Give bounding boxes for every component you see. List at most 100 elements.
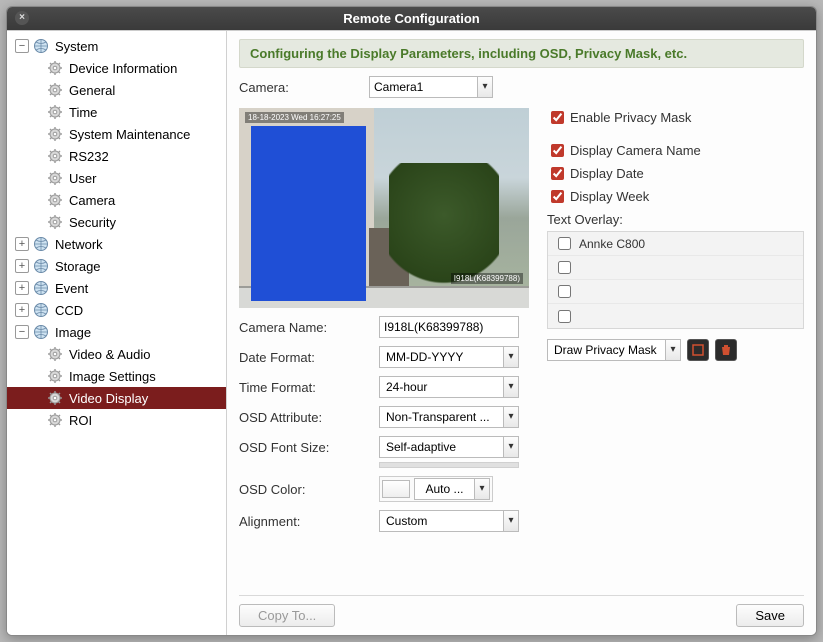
time-format-select[interactable]: ▾ [379, 376, 519, 398]
sidebar-item-event[interactable]: +Event [7, 277, 226, 299]
display-date-check[interactable]: Display Date [547, 164, 804, 183]
gear-icon [47, 104, 63, 120]
osd-color-select[interactable]: ▾ [414, 478, 490, 500]
sidebar-item-roi[interactable]: ROI [7, 409, 226, 431]
text-overlay-checkbox[interactable] [558, 237, 571, 250]
camera-name-label: Camera Name: [239, 320, 379, 335]
chevron-down-icon[interactable]: ▾ [477, 76, 493, 98]
text-overlay-text: Annke C800 [579, 237, 645, 251]
chevron-down-icon[interactable]: ▾ [503, 406, 519, 428]
display-date-label: Display Date [570, 166, 644, 181]
trash-icon [719, 343, 733, 357]
display-date-checkbox[interactable] [551, 167, 564, 180]
collapse-icon[interactable]: − [15, 325, 29, 339]
text-overlay-row[interactable] [548, 304, 803, 328]
display-camera-name-label: Display Camera Name [570, 143, 701, 158]
time-format-label: Time Format: [239, 380, 379, 395]
text-overlay-row[interactable]: Annke C800 [548, 232, 803, 256]
chevron-down-icon[interactable]: ▾ [665, 339, 681, 361]
time-format-value[interactable] [379, 376, 503, 398]
enable-privacy-mask-checkbox[interactable] [551, 111, 564, 124]
expand-icon[interactable]: + [15, 259, 29, 273]
camera-select[interactable]: ▾ [369, 76, 493, 98]
osd-font-size-select[interactable]: ▾ [379, 436, 519, 458]
sidebar-item-image-settings[interactable]: Image Settings [7, 365, 226, 387]
hint-bar: Configuring the Display Parameters, incl… [239, 39, 804, 68]
gear-icon [47, 346, 63, 362]
text-overlay-checkbox[interactable] [558, 310, 571, 323]
text-overlay-checkbox[interactable] [558, 261, 571, 274]
sidebar-item-user[interactable]: User [7, 167, 226, 189]
save-button[interactable]: Save [736, 604, 804, 627]
draw-mask-select[interactable]: ▾ [547, 339, 681, 361]
sidebar-item-image[interactable]: −Image [7, 321, 226, 343]
rectangle-icon [691, 343, 705, 357]
sidebar: −SystemDevice Information General TimeSyst… [7, 31, 227, 635]
collapse-icon[interactable]: − [15, 39, 29, 53]
alignment-label: Alignment: [239, 514, 379, 529]
chevron-down-icon[interactable]: ▾ [503, 436, 519, 458]
sidebar-item-label: General [69, 83, 115, 98]
sidebar-item-label: RS232 [69, 149, 109, 164]
sidebar-item-system[interactable]: −System [7, 35, 226, 57]
osd-attribute-label: OSD Attribute: [239, 410, 379, 425]
osd-timestamp[interactable]: 18-18-2023 Wed 16:27:25 [245, 112, 344, 123]
text-overlay-list: Annke C800 [547, 231, 804, 329]
camera-name-input[interactable] [379, 316, 519, 338]
sidebar-item-label: Storage [55, 259, 101, 274]
globe-icon [33, 302, 49, 318]
sidebar-item-video-display[interactable]: Video Display [7, 387, 226, 409]
chevron-down-icon[interactable]: ▾ [503, 346, 519, 368]
sidebar-item-device-information[interactable]: Device Information [7, 57, 226, 79]
privacy-mask-region[interactable] [251, 126, 366, 301]
gear-icon [47, 192, 63, 208]
display-camera-name-check[interactable]: Display Camera Name [547, 141, 804, 160]
chevron-down-icon[interactable]: ▾ [474, 478, 490, 500]
sidebar-item-general[interactable]: General [7, 79, 226, 101]
osd-font-size-value[interactable] [379, 436, 503, 458]
expand-icon[interactable]: + [15, 303, 29, 317]
sidebar-item-video-audio[interactable]: Video & Audio [7, 343, 226, 365]
draw-mask-value[interactable] [547, 339, 665, 361]
sidebar-item-ccd[interactable]: +CCD [7, 299, 226, 321]
chevron-down-icon[interactable]: ▾ [503, 376, 519, 398]
date-format-select[interactable]: ▾ [379, 346, 519, 368]
date-format-value[interactable] [379, 346, 503, 368]
gear-icon [47, 170, 63, 186]
text-overlay-checkbox[interactable] [558, 285, 571, 298]
alignment-value[interactable] [379, 510, 503, 532]
osd-camera-name[interactable]: I918L(K68399788) [451, 273, 523, 284]
alignment-select[interactable]: ▾ [379, 510, 519, 532]
text-overlay-row[interactable] [548, 280, 803, 304]
enable-privacy-mask-check[interactable]: Enable Privacy Mask [547, 108, 804, 127]
sidebar-item-time[interactable]: Time [7, 101, 226, 123]
sidebar-item-camera[interactable]: Camera [7, 189, 226, 211]
mask-tool-row: ▾ [547, 339, 804, 361]
draw-mask-button[interactable] [687, 339, 709, 361]
display-camera-name-checkbox[interactable] [551, 144, 564, 157]
chevron-down-icon[interactable]: ▾ [503, 510, 519, 532]
osd-attribute-value[interactable] [379, 406, 503, 428]
osd-color-value[interactable] [414, 478, 474, 500]
display-week-check[interactable]: Display Week [547, 187, 804, 206]
osd-attribute-select[interactable]: ▾ [379, 406, 519, 428]
text-overlay-row[interactable] [548, 256, 803, 280]
sidebar-item-storage[interactable]: + Storage [7, 255, 226, 277]
sidebar-item-security[interactable]: Security [7, 211, 226, 233]
sidebar-item-label: Video Display [69, 391, 148, 406]
sidebar-item-system-maintenance[interactable]: System Maintenance [7, 123, 226, 145]
copy-to-button[interactable]: Copy To... [239, 604, 335, 627]
delete-mask-button[interactable] [715, 339, 737, 361]
sidebar-item-label: Image Settings [69, 369, 156, 384]
video-preview[interactable]: 18-18-2023 Wed 16:27:25 I918L(K68399788) [239, 108, 529, 308]
expand-icon[interactable]: + [15, 281, 29, 295]
color-swatch[interactable] [382, 480, 410, 498]
footer: Copy To... Save [239, 595, 804, 627]
sidebar-item-rs232[interactable]: RS232 [7, 145, 226, 167]
close-icon[interactable]: × [15, 11, 29, 25]
globe-icon [33, 324, 49, 340]
sidebar-item-network[interactable]: +Network [7, 233, 226, 255]
camera-select-value[interactable] [369, 76, 477, 98]
display-week-checkbox[interactable] [551, 190, 564, 203]
expand-icon[interactable]: + [15, 237, 29, 251]
